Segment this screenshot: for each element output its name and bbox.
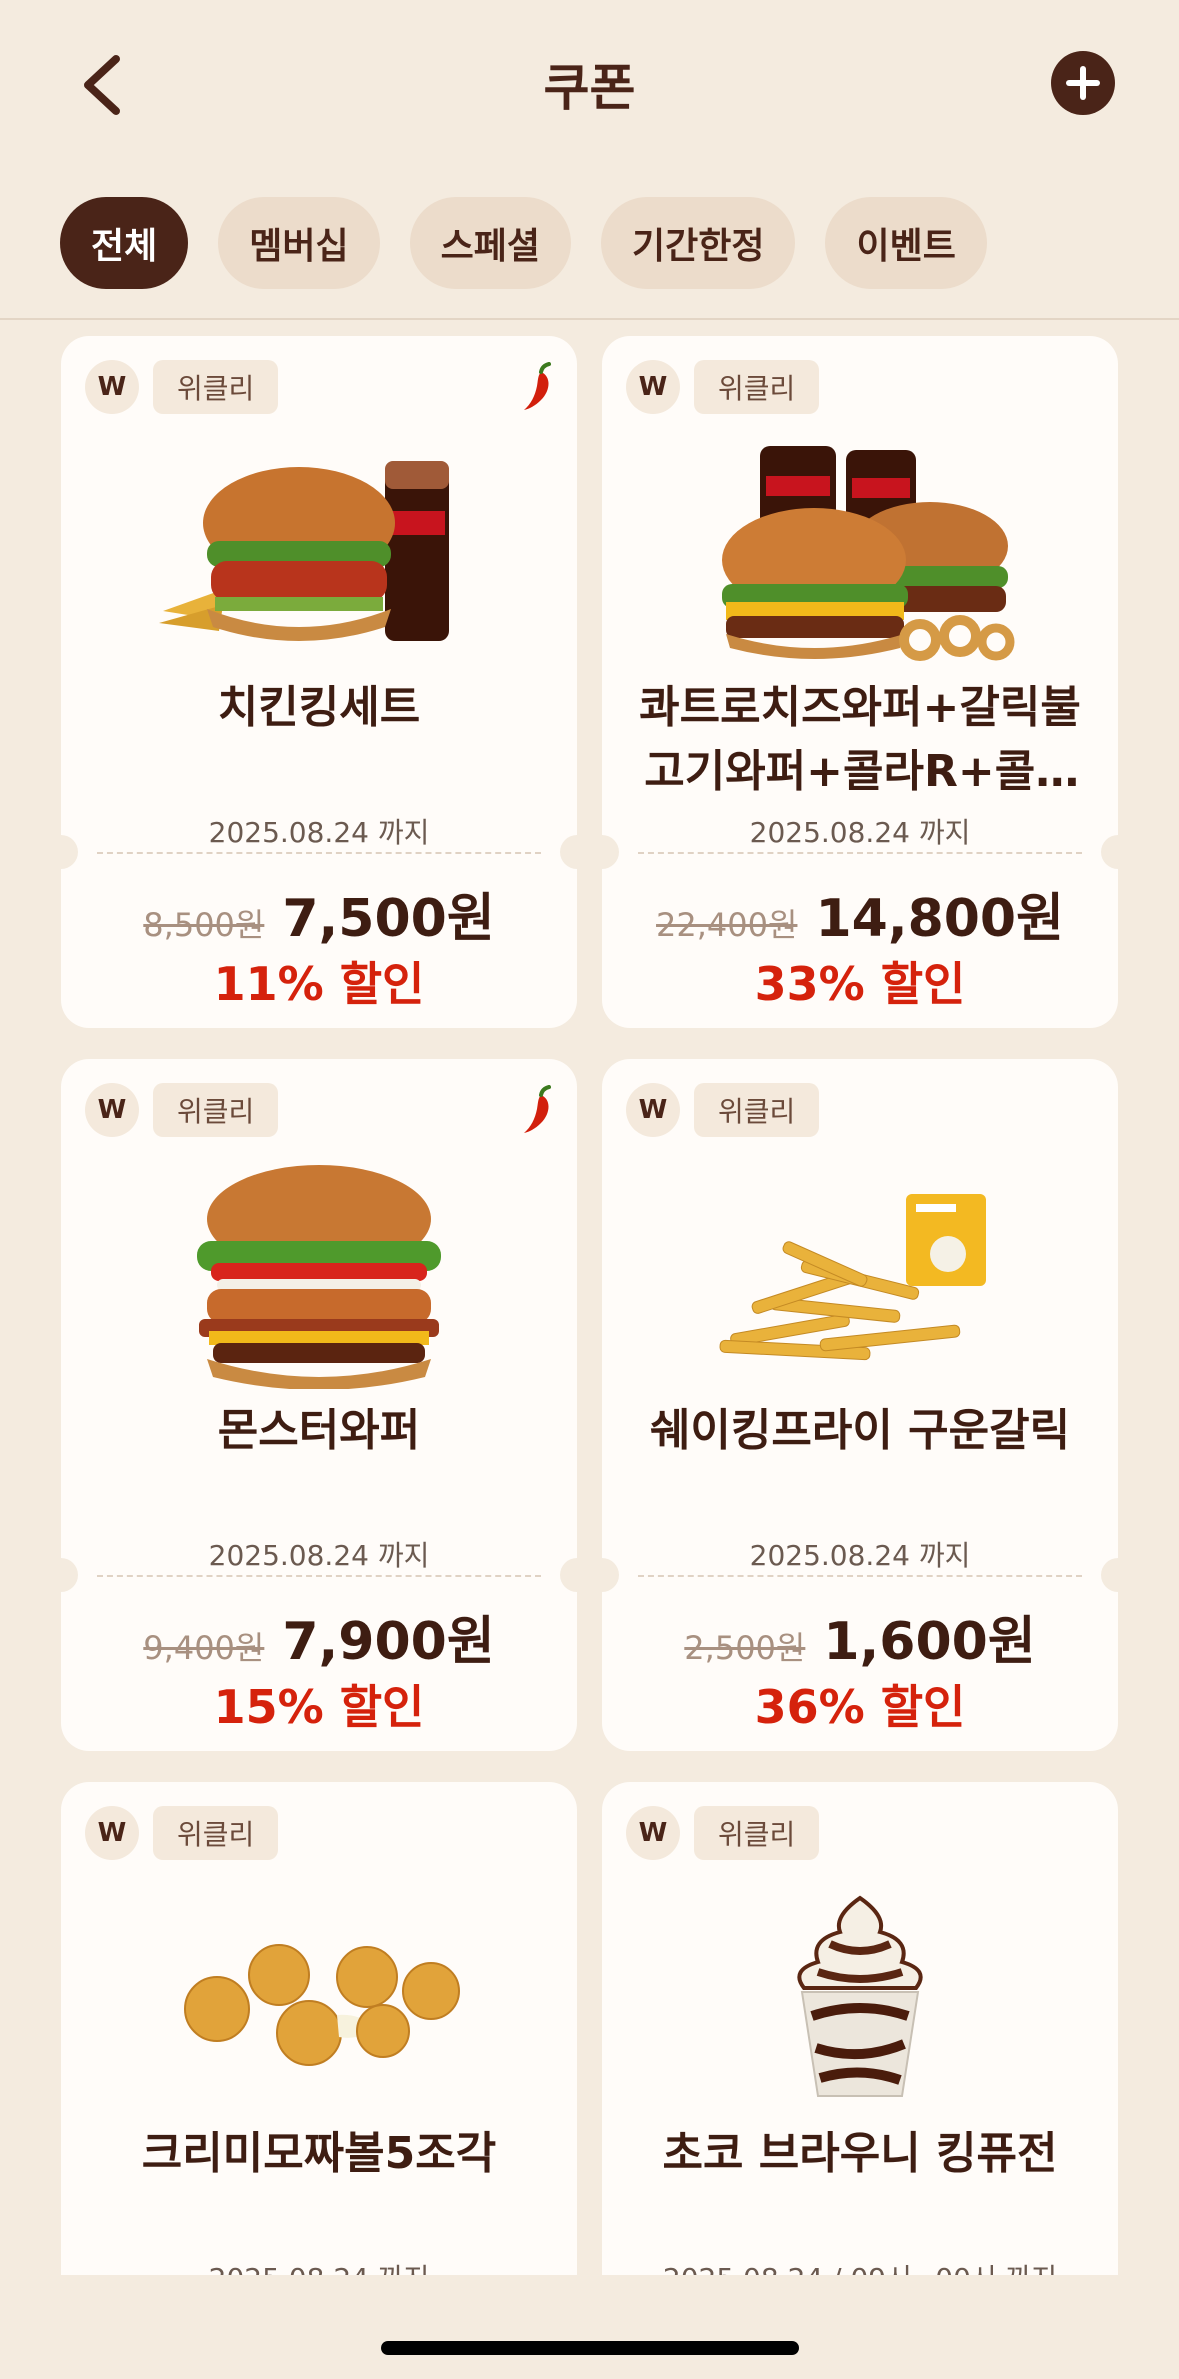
brand-badge: W (85, 1806, 139, 1860)
sale-price: 14,800원 (815, 889, 1064, 949)
coupon-card[interactable]: W 위클리 몬스터와퍼 2025.08.24 까지 9,400원 7,900원 … (61, 1059, 577, 1751)
sale-price: 7,900원 (282, 1612, 495, 1672)
discount-label: 11% 할인 (213, 957, 425, 1011)
tab-membership[interactable]: 멤버십 (218, 197, 380, 289)
monster-whopper-image (197, 1165, 441, 1389)
double-burger-set-image (722, 446, 1015, 661)
fries-with-garlic-seasoning-image (719, 1194, 986, 1361)
perforation-line (97, 1575, 541, 1577)
add-coupon-button[interactable] (1051, 51, 1115, 115)
price-row: 9,400원 7,900원 (61, 1599, 577, 1672)
category-tabs: 전체 멤버십 스페셜 기간한정 이벤트 (60, 197, 987, 289)
burger-set-image (159, 461, 449, 641)
perforation-line (638, 1575, 1082, 1577)
perforation-line (97, 852, 541, 854)
weekly-tag: 위클리 (153, 1083, 279, 1137)
expiry-date: 2025.08.24 까지 (208, 816, 430, 849)
product-image (602, 431, 1118, 671)
brand-badge: W (626, 1806, 680, 1860)
brand-badge: W (85, 1083, 139, 1137)
header: 쿠폰 (0, 0, 1179, 170)
coupon-card[interactable]: W 위클리 쉐이킹프라이 구운갈릭 2025.08.24 까지 2,500원 1… (602, 1059, 1118, 1751)
expiry-date: 2025.08.24 까지 (749, 816, 971, 849)
tab-limited-time[interactable]: 기간한정 (601, 197, 796, 289)
brand-badge: W (626, 1083, 680, 1137)
brand-badge: W (626, 360, 680, 414)
page-title: 쿠폰 (543, 59, 636, 117)
discount-label: 33% 할인 (754, 957, 966, 1011)
product-name: 콰트로치즈와퍼+갈릭불고기와퍼+콜라R+콜라R (639, 682, 1081, 797)
product-name: 몬스터와퍼 (217, 1405, 421, 1456)
coupon-card[interactable]: W 위클리 초코 브라우니 킹퓨전 2025.08.24 / 09시~00시 까… (602, 1782, 1118, 2275)
original-price: 2,500원 (684, 1629, 806, 1667)
product-image (602, 1877, 1118, 2117)
tab-special[interactable]: 스페셜 (409, 197, 571, 289)
product-name: 쉐이킹프라이 구운갈릭 (649, 1405, 1071, 1456)
plus-icon (1066, 66, 1100, 100)
sale-price: 1,600원 (823, 1612, 1036, 1672)
expiry-date: 2025.08.24 / 09시~00시 까지 (602, 2257, 1118, 2275)
expiry-date: 2025.08.24 까지 (208, 1539, 430, 1572)
weekly-tag: 위클리 (153, 360, 279, 414)
coupon-grid: W 위클리 치킨킹세트 2025.08.24 까지 8,500원 7,500원 … (0, 320, 1179, 2275)
price-row: 2,500원 1,600원 (602, 1599, 1118, 1672)
original-price: 8,500원 (143, 906, 265, 944)
chili-pepper-icon (524, 362, 551, 410)
weekly-tag: 위클리 (694, 360, 820, 414)
discount-label: 36% 할인 (754, 1680, 966, 1734)
weekly-tag: 위클리 (694, 1806, 820, 1860)
product-image (61, 431, 577, 671)
product-image (61, 1877, 577, 2117)
perforation-line (638, 852, 1082, 854)
product-name: 크리미모짜볼5조각 (141, 2128, 497, 2179)
home-indicator[interactable] (381, 2341, 799, 2355)
sale-price: 7,500원 (282, 889, 495, 949)
weekly-tag: 위클리 (694, 1083, 820, 1137)
product-image (602, 1154, 1118, 1394)
original-price: 9,400원 (143, 1629, 265, 1667)
weekly-tag: 위클리 (153, 1806, 279, 1860)
price-row: 22,400원 14,800원 (602, 876, 1118, 949)
product-name: 초코 브라우니 킹퓨전 (662, 2128, 1058, 2179)
product-image (61, 1154, 577, 1394)
coupon-card[interactable]: W 위클리 크리미모짜볼5조각 2025.08.24 까지 (61, 1782, 577, 2275)
coupon-card[interactable]: W 위클리 콰트로치즈와퍼+갈릭불고기와퍼+콜라R+콜라R (602, 336, 1118, 1028)
original-price: 22,400원 (656, 906, 798, 944)
product-name: 치킨킹세트 (217, 682, 421, 733)
chili-pepper-icon (524, 1085, 551, 1133)
brand-badge: W (85, 360, 139, 414)
choco-brownie-cup-image (797, 1895, 923, 2097)
expiry-date: 2025.08.24 까지 (61, 2257, 577, 2275)
price-row: 8,500원 7,500원 (61, 876, 577, 949)
mozzarella-balls-image (184, 1944, 460, 2066)
tab-event[interactable]: 이벤트 (825, 197, 987, 289)
discount-label: 15% 할인 (213, 1680, 425, 1734)
expiry-date: 2025.08.24 까지 (749, 1539, 971, 1572)
coupon-card[interactable]: W 위클리 치킨킹세트 2025.08.24 까지 8,500원 7,500원 … (61, 336, 577, 1028)
tab-all[interactable]: 전체 (60, 197, 189, 289)
